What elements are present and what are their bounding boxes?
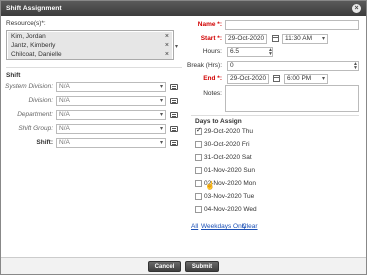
division-value: N/A [59,97,70,104]
resource-name: Kim, Jordan [11,33,46,40]
divider [6,67,182,68]
shift-group-select[interactable]: N/A ▾ [56,124,166,134]
resource-name: Chilcoat, Danielle [11,51,62,58]
mouse-cursor-icon: ☝ [205,181,215,190]
day-label: 29-Oct-2020 Thu [204,128,254,135]
dialog-title: Shift Assignment [6,5,62,12]
shift-group-label: Shift Group: [18,125,53,132]
filter-icon[interactable] [170,112,178,118]
resource-item: Kim, Jordan × [8,32,172,41]
remove-resource-icon[interactable]: × [165,32,169,41]
hours-input[interactable]: 6.5 [227,47,273,57]
day-label: 03-Nov-2020 Tue [204,193,255,200]
name-input[interactable] [225,20,359,30]
chevron-down-icon: ▾ [321,36,325,42]
divider [191,115,359,116]
filter-icon[interactable] [170,98,178,104]
end-time-value: 6:00 PM [287,75,312,82]
dialog-titlebar: Shift Assignment × [1,1,366,16]
filter-icon[interactable] [170,140,178,146]
day-checkbox[interactable] [195,193,202,200]
day-label: 31-Oct-2020 Sat [204,154,252,161]
chevron-down-icon[interactable]: ▾ [175,43,178,50]
submit-button[interactable]: Submit [185,261,219,272]
day-checkbox[interactable] [195,167,202,174]
chevron-down-icon: ▾ [159,126,163,132]
day-checkbox[interactable] [195,206,202,213]
system-division-value: N/A [59,83,70,90]
resources-label: Resource(s)*: [6,20,46,27]
break-input[interactable]: 0 [227,61,359,71]
resources-multiselect[interactable]: Kim, Jordan × Jantz, Kimberly × Chilcoat… [6,30,174,60]
system-division-select[interactable]: N/A ▾ [56,82,166,92]
remove-resource-icon[interactable]: × [165,50,169,59]
chevron-down-icon: ▾ [159,84,163,90]
hours-label: Hours: [202,48,222,55]
calendar-icon[interactable] [273,75,280,82]
day-label: 01-Nov-2020 Sun [204,167,255,174]
department-select[interactable]: N/A ▾ [56,110,166,120]
chevron-down-icon: ▾ [159,112,163,118]
day-checkbox[interactable] [195,126,202,135]
resource-item: Chilcoat, Danielle × [8,50,172,59]
department-label: Department: [17,111,53,118]
spinner-arrows-icon[interactable]: ▲ ▼ [353,62,358,71]
weekdays-only-link[interactable]: Weekdays Only [201,223,246,230]
shift-label: Shift: [36,139,53,146]
chevron-down-icon: ▾ [321,76,325,82]
select-all-link[interactable]: All [191,223,198,230]
start-time-value: 11:30 AM [285,35,312,42]
chevron-down-icon: ▾ [159,98,163,104]
start-time-select[interactable]: 11:30 AM ▾ [282,34,328,44]
clear-link[interactable]: Clear [242,223,258,230]
filter-icon[interactable] [170,84,178,90]
shift-section-title: Shift [6,72,21,79]
department-value: N/A [59,111,70,118]
shift-value: N/A [59,139,70,146]
shift-group-value: N/A [59,125,70,132]
division-label: Division: [28,97,53,104]
shift-select[interactable]: N/A ▾ [56,138,166,148]
remove-resource-icon[interactable]: × [165,41,169,50]
start-label: Start *: [200,35,222,42]
resource-item: Jantz, Kimberly × [8,41,172,50]
division-select[interactable]: N/A ▾ [56,96,166,106]
day-checkbox[interactable] [195,141,202,148]
resource-name: Jantz, Kimberly [11,42,56,49]
filter-icon[interactable] [170,126,178,132]
end-date-input[interactable]: 29-Oct-2020 [227,74,269,84]
day-checkbox[interactable] [195,154,202,161]
system-division-label: System Division: [5,83,54,90]
day-checkbox[interactable] [195,180,202,187]
day-label: 30-Oct-2020 Fri [204,141,250,148]
days-title: Days to Assign [195,118,242,125]
shift-assignment-dialog: Shift Assignment × Resource(s)*: Kim, Jo… [0,0,367,275]
spinner-arrows-icon[interactable]: ▲ ▼ [268,48,273,57]
day-label: 04-Nov-2020 Wed [204,206,257,213]
end-label: End *: [203,75,222,82]
end-time-select[interactable]: 6:00 PM ▾ [284,74,328,84]
cancel-button[interactable]: Cancel [148,261,181,272]
notes-textarea[interactable] [225,85,359,112]
notes-label: Notes: [203,90,222,97]
dialog-footer: Cancel Submit [1,257,366,274]
name-label: Name *: [197,21,222,28]
chevron-down-icon: ▾ [159,140,163,146]
start-date-input[interactable]: 29-Oct-2020 [225,34,267,44]
break-label: Break (Hrs): [187,62,223,69]
close-icon[interactable]: × [352,4,361,13]
calendar-icon[interactable] [272,35,279,42]
